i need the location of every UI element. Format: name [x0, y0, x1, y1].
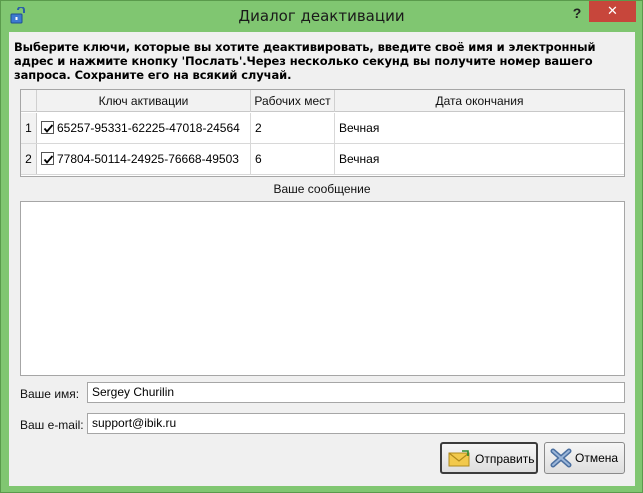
- key-cell: 77804-50114-24925-76668-49503: [37, 144, 251, 174]
- table-row[interactable]: 1 65257-95331-62225-47018-24564 2 Вечная: [21, 113, 624, 144]
- cancel-button-label: Отмена: [575, 451, 619, 465]
- cross-icon: [550, 448, 572, 479]
- seats-cell: 2: [251, 113, 335, 143]
- title-bar[interactable]: Диалог деактивации ? ✕: [1, 1, 642, 32]
- name-field[interactable]: Sergey Churilin: [87, 382, 625, 403]
- envelope-icon: [448, 449, 470, 479]
- key-cell: 65257-95331-62225-47018-24564: [37, 113, 251, 143]
- column-header-key[interactable]: Ключ активации: [37, 90, 251, 112]
- keys-table: Ключ активации Рабочих мест Дата окончан…: [20, 89, 625, 177]
- send-button[interactable]: Отправить: [440, 442, 538, 474]
- dialog-client-area: Выберите ключи, которые вы хотите деакти…: [9, 32, 635, 486]
- expiry-cell: Вечная: [339, 121, 380, 135]
- activation-key: 65257-95331-62225-47018-24564: [57, 121, 240, 135]
- check-icon: [43, 155, 54, 165]
- instructions-text: Выберите ключи, которые вы хотите деакти…: [14, 40, 596, 82]
- help-button[interactable]: ?: [567, 5, 587, 25]
- message-textarea[interactable]: [20, 201, 625, 376]
- column-header-seats[interactable]: Рабочих мест: [251, 90, 335, 112]
- row-number: 2: [21, 144, 37, 174]
- window-title: Диалог деактивации: [238, 7, 405, 25]
- email-label: Ваш e-mail:: [20, 418, 84, 432]
- deactivation-dialog: Диалог деактивации ? ✕ Выберите ключи, к…: [0, 0, 643, 493]
- message-label: Ваше сообщение: [273, 182, 371, 196]
- row-number-header: [21, 90, 37, 112]
- email-field[interactable]: support@ibik.ru: [87, 413, 625, 434]
- column-header-expiry[interactable]: Дата окончания: [335, 90, 624, 112]
- table-row[interactable]: 2 77804-50114-24925-76668-49503 6 Вечная: [21, 144, 624, 175]
- table-header: Ключ активации Рабочих мест Дата окончан…: [21, 90, 624, 112]
- row-checkbox[interactable]: [41, 152, 54, 166]
- row-number: 1: [21, 113, 37, 143]
- cancel-button[interactable]: Отмена: [544, 442, 625, 474]
- send-button-label: Отправить: [475, 452, 535, 466]
- name-label: Ваше имя:: [20, 387, 80, 401]
- expiry-cell: Вечная: [339, 152, 380, 166]
- check-icon: [43, 124, 54, 134]
- seats-cell: 6: [251, 144, 335, 174]
- activation-key: 77804-50114-24925-76668-49503: [57, 152, 239, 166]
- close-button[interactable]: ✕: [589, 1, 636, 22]
- row-checkbox[interactable]: [41, 121, 54, 135]
